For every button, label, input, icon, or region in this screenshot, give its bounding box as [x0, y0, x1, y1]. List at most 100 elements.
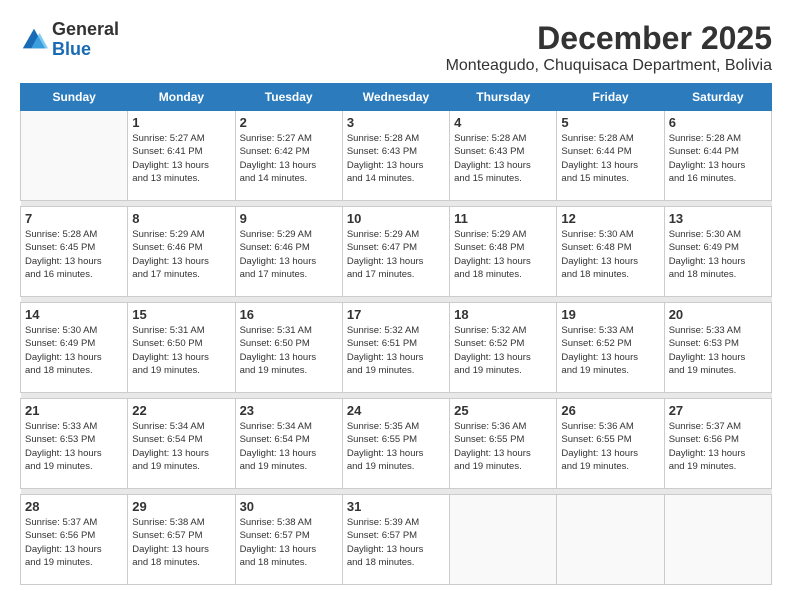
cal-cell: 10Sunrise: 5:29 AM Sunset: 6:47 PM Dayli…	[342, 207, 449, 297]
day-number: 14	[25, 307, 123, 322]
cell-info: Sunrise: 5:33 AM Sunset: 6:53 PM Dayligh…	[25, 420, 123, 473]
cell-info: Sunrise: 5:31 AM Sunset: 6:50 PM Dayligh…	[132, 324, 230, 377]
day-number: 8	[132, 211, 230, 226]
cal-cell: 14 Sunrise: 5:30 AM Sunset: 6:49 PM Dayli…	[21, 303, 128, 393]
month-title: December 2025	[446, 20, 772, 57]
cell-info: Sunrise: 5:36 AM Sunset: 6:55 PM Dayligh…	[561, 420, 659, 473]
cal-cell: 23Sunrise: 5:34 AM Sunset: 6:54 PM Dayli…	[235, 399, 342, 489]
day-header-tuesday: Tuesday	[235, 84, 342, 111]
cal-cell: 8Sunrise: 5:29 AM Sunset: 6:46 PM Daylig…	[128, 207, 235, 297]
day-number: 1	[132, 115, 230, 130]
day-number: 17	[347, 307, 445, 322]
cal-cell: 18Sunrise: 5:32 AM Sunset: 6:52 PM Dayli…	[450, 303, 557, 393]
day-number: 20	[669, 307, 767, 322]
cal-cell: 4 Sunrise: 5:28 AM Sunset: 6:43 PM Daylig…	[450, 111, 557, 201]
day-number: 24	[347, 403, 445, 418]
day-number: 26	[561, 403, 659, 418]
day-number: 19	[561, 307, 659, 322]
day-number: 31	[347, 499, 445, 514]
day-number: 27	[669, 403, 767, 418]
cal-cell: 5 Sunrise: 5:28 AM Sunset: 6:44 PM Daylig…	[557, 111, 664, 201]
cal-cell: 26 Sunrise: 5:36 AM Sunset: 6:55 PM Dayli…	[557, 399, 664, 489]
day-header-wednesday: Wednesday	[342, 84, 449, 111]
cell-info: Sunrise: 5:31 AM Sunset: 6:50 PM Dayligh…	[240, 324, 338, 377]
cal-cell: 7Sunrise: 5:28 AM Sunset: 6:45 PM Daylig…	[21, 207, 128, 297]
cal-cell: 29 Sunrise: 5:38 AM Sunset: 6:57 PM Dayli…	[128, 495, 235, 585]
cal-cell	[21, 111, 128, 201]
cal-cell: 31 Sunrise: 5:39 AM Sunset: 6:57 PM Dayli…	[342, 495, 449, 585]
cal-cell: 21 Sunrise: 5:33 AM Sunset: 6:53 PM Dayli…	[21, 399, 128, 489]
cal-cell: 16Sunrise: 5:31 AM Sunset: 6:50 PM Dayli…	[235, 303, 342, 393]
cell-info: Sunrise: 5:37 AM Sunset: 6:56 PM Dayligh…	[25, 516, 123, 569]
day-header-saturday: Saturday	[664, 84, 771, 111]
day-number: 7	[25, 211, 123, 226]
cal-cell: 13Sunrise: 5:30 AM Sunset: 6:49 PM Dayli…	[664, 207, 771, 297]
cal-cell	[450, 495, 557, 585]
cell-info: Sunrise: 5:27 AM Sunset: 6:42 PM Dayligh…	[240, 132, 338, 185]
day-number: 5	[561, 115, 659, 130]
logo-general-text: General	[52, 19, 119, 39]
day-number: 15	[132, 307, 230, 322]
day-header-friday: Friday	[557, 84, 664, 111]
day-number: 25	[454, 403, 552, 418]
cal-cell: 9 Sunrise: 5:29 AM Sunset: 6:46 PM Daylig…	[235, 207, 342, 297]
calendar-table: SundayMondayTuesdayWednesdayThursdayFrid…	[20, 83, 772, 585]
cal-cell: 30 Sunrise: 5:38 AM Sunset: 6:57 PM Dayli…	[235, 495, 342, 585]
cell-info: Sunrise: 5:32 AM Sunset: 6:51 PM Dayligh…	[347, 324, 445, 377]
cal-cell: 11Sunrise: 5:29 AM Sunset: 6:48 PM Dayli…	[450, 207, 557, 297]
logo-icon	[20, 26, 48, 54]
day-number: 6	[669, 115, 767, 130]
cell-info: Sunrise: 5:27 AM Sunset: 6:41 PM Dayligh…	[132, 132, 230, 185]
cell-info: Sunrise: 5:38 AM Sunset: 6:57 PM Dayligh…	[132, 516, 230, 569]
cal-cell: 12 Sunrise: 5:30 AM Sunset: 6:48 PM Dayli…	[557, 207, 664, 297]
cal-cell: 20 Sunrise: 5:33 AM Sunset: 6:53 PM Dayli…	[664, 303, 771, 393]
cal-cell: 28 Sunrise: 5:37 AM Sunset: 6:56 PM Dayli…	[21, 495, 128, 585]
location-title: Monteagudo, Chuquisaca Department, Boliv…	[446, 57, 772, 75]
cal-cell: 2 Sunrise: 5:27 AM Sunset: 6:42 PM Daylig…	[235, 111, 342, 201]
logo: General Blue	[20, 20, 119, 60]
day-number: 4	[454, 115, 552, 130]
cell-info: Sunrise: 5:30 AM Sunset: 6:49 PM Dayligh…	[25, 324, 123, 377]
day-number: 12	[561, 211, 659, 226]
day-number: 3	[347, 115, 445, 130]
cal-cell: 19 Sunrise: 5:33 AM Sunset: 6:52 PM Dayli…	[557, 303, 664, 393]
day-number: 23	[240, 403, 338, 418]
cal-cell: 15 Sunrise: 5:31 AM Sunset: 6:50 PM Dayli…	[128, 303, 235, 393]
cal-cell: 1 Sunrise: 5:27 AM Sunset: 6:41 PM Daylig…	[128, 111, 235, 201]
cell-info: Sunrise: 5:35 AM Sunset: 6:55 PM Dayligh…	[347, 420, 445, 473]
day-number: 29	[132, 499, 230, 514]
cell-info: Sunrise: 5:30 AM Sunset: 6:48 PM Dayligh…	[561, 228, 659, 281]
cal-cell	[664, 495, 771, 585]
cell-info: Sunrise: 5:33 AM Sunset: 6:53 PM Dayligh…	[669, 324, 767, 377]
cal-cell: 22 Sunrise: 5:34 AM Sunset: 6:54 PM Dayli…	[128, 399, 235, 489]
cell-info: Sunrise: 5:28 AM Sunset: 6:43 PM Dayligh…	[347, 132, 445, 185]
day-number: 28	[25, 499, 123, 514]
cal-cell: 17 Sunrise: 5:32 AM Sunset: 6:51 PM Dayli…	[342, 303, 449, 393]
day-number: 21	[25, 403, 123, 418]
day-number: 30	[240, 499, 338, 514]
cell-info: Sunrise: 5:37 AM Sunset: 6:56 PM Dayligh…	[669, 420, 767, 473]
cell-info: Sunrise: 5:33 AM Sunset: 6:52 PM Dayligh…	[561, 324, 659, 377]
cal-cell: 25 Sunrise: 5:36 AM Sunset: 6:55 PM Dayli…	[450, 399, 557, 489]
cal-cell: 24 Sunrise: 5:35 AM Sunset: 6:55 PM Dayli…	[342, 399, 449, 489]
cell-info: Sunrise: 5:34 AM Sunset: 6:54 PM Dayligh…	[132, 420, 230, 473]
day-number: 10	[347, 211, 445, 226]
day-number: 22	[132, 403, 230, 418]
day-header-monday: Monday	[128, 84, 235, 111]
day-number: 9	[240, 211, 338, 226]
cell-info: Sunrise: 5:36 AM Sunset: 6:55 PM Dayligh…	[454, 420, 552, 473]
cell-info: Sunrise: 5:38 AM Sunset: 6:57 PM Dayligh…	[240, 516, 338, 569]
cal-cell: 3 Sunrise: 5:28 AM Sunset: 6:43 PM Daylig…	[342, 111, 449, 201]
cell-info: Sunrise: 5:39 AM Sunset: 6:57 PM Dayligh…	[347, 516, 445, 569]
cell-info: Sunrise: 5:32 AM Sunset: 6:52 PM Dayligh…	[454, 324, 552, 377]
cal-cell: 27 Sunrise: 5:37 AM Sunset: 6:56 PM Dayli…	[664, 399, 771, 489]
cell-info: Sunrise: 5:28 AM Sunset: 6:44 PM Dayligh…	[669, 132, 767, 185]
cal-cell	[557, 495, 664, 585]
header: General Blue December 2025 Monteagudo, C…	[20, 20, 772, 75]
cell-info: Sunrise: 5:28 AM Sunset: 6:44 PM Dayligh…	[561, 132, 659, 185]
day-number: 2	[240, 115, 338, 130]
cell-info: Sunrise: 5:29 AM Sunset: 6:46 PM Dayligh…	[240, 228, 338, 281]
cell-info: Sunrise: 5:28 AM Sunset: 6:43 PM Dayligh…	[454, 132, 552, 185]
cell-info: Sunrise: 5:29 AM Sunset: 6:48 PM Dayligh…	[454, 228, 552, 281]
cell-info: Sunrise: 5:30 AM Sunset: 6:49 PM Dayligh…	[669, 228, 767, 281]
